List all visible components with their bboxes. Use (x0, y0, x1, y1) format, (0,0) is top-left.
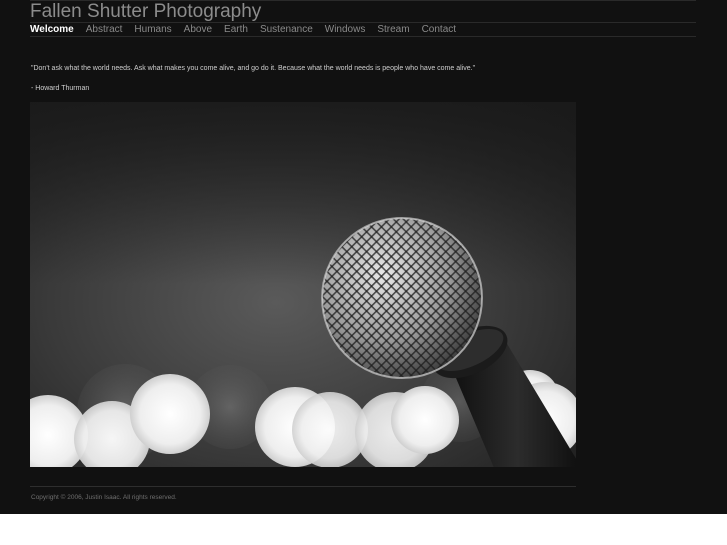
nav-item-above[interactable]: Above (184, 24, 212, 36)
nav-item-welcome[interactable]: Welcome (30, 24, 74, 36)
nav-divider (30, 36, 696, 37)
page-background: Fallen Shutter Photography Welcome Abstr… (0, 0, 727, 514)
nav-item-sustenance[interactable]: Sustenance (260, 24, 313, 36)
nav-item-earth[interactable]: Earth (224, 24, 248, 36)
nav-item-contact[interactable]: Contact (422, 24, 456, 36)
title-divider (30, 22, 696, 23)
footer-divider (30, 486, 576, 487)
copyright-text: Copyright © 2006, Justin Isaac. All righ… (31, 494, 177, 501)
site-title[interactable]: Fallen Shutter Photography (30, 0, 261, 24)
nav-item-abstract[interactable]: Abstract (86, 24, 123, 36)
nav-item-stream[interactable]: Stream (377, 24, 409, 36)
microphone-photo-image (30, 102, 576, 467)
microphone-photo (30, 102, 576, 467)
main-navigation: Welcome Abstract Humans Above Earth Sust… (30, 24, 468, 36)
quote-text: "Don't ask what the world needs. Ask wha… (31, 65, 476, 72)
nav-item-windows[interactable]: Windows (325, 24, 366, 36)
quote-author: - Howard Thurman (31, 85, 90, 92)
nav-item-humans[interactable]: Humans (134, 24, 171, 36)
